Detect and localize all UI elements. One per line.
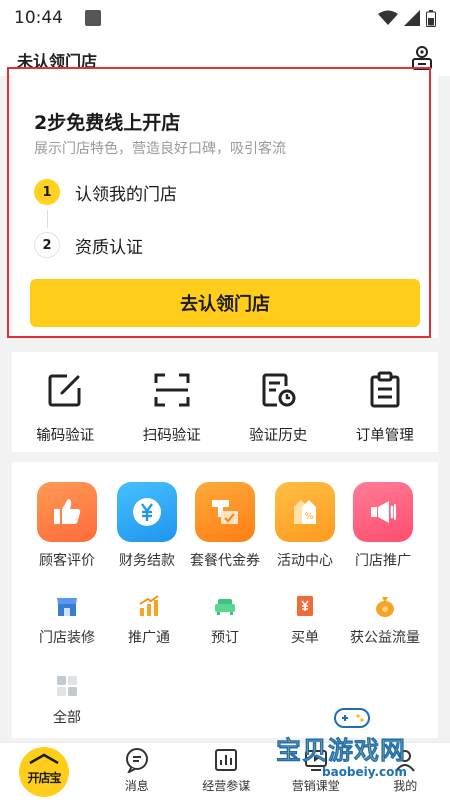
claim-store-card: 2步免费线上开店 展示门店特色，营造良好口碑，吸引客流 1 认领我的门店 2 资… bbox=[12, 76, 438, 338]
message-icon bbox=[125, 748, 148, 773]
quick-action-label: 输码验证 bbox=[36, 428, 95, 444]
claim-store-button[interactable]: 去认领门店 bbox=[30, 279, 420, 327]
money-bag-icon bbox=[376, 597, 394, 617]
tab-label: 消息 bbox=[124, 779, 149, 793]
feature-label: 门店推广 bbox=[355, 553, 411, 569]
storefront-icon bbox=[57, 598, 77, 616]
step-connector bbox=[47, 210, 48, 228]
tab-business-advisor[interactable]: 经营参谋 bbox=[182, 743, 272, 800]
feature-charity-traffic[interactable]: 获公益流量 bbox=[340, 594, 430, 647]
feature-label: 获公益流量 bbox=[350, 630, 420, 646]
promo-subtitle: 展示门店特色，营造良好口碑，吸引客流 bbox=[34, 141, 286, 157]
tab-label: 经营参谋 bbox=[202, 779, 251, 793]
quick-actions: 输码验证 扫码验证 验证历史 订单管理 bbox=[12, 352, 438, 452]
feature-finance[interactable]: 财务结款 bbox=[107, 482, 187, 570]
thumbs-up-icon bbox=[37, 482, 97, 542]
quick-action-label: 验证历史 bbox=[249, 428, 308, 444]
feature-label: 全部 bbox=[53, 710, 81, 726]
grid-all-icon bbox=[57, 676, 77, 696]
wifi-icon bbox=[378, 10, 398, 25]
feature-all[interactable]: 全部 bbox=[22, 674, 112, 727]
feature-label: 套餐代金券 bbox=[190, 553, 260, 569]
feature-pay-bill[interactable]: 买单 bbox=[260, 594, 350, 647]
edit-square-icon bbox=[48, 374, 81, 407]
feature-label: 门店装修 bbox=[39, 630, 95, 646]
yuan-coin-icon bbox=[117, 482, 177, 542]
store-roof-icon bbox=[29, 753, 59, 765]
status-time: 10:44 bbox=[14, 8, 63, 28]
watermark-text: 宝贝游戏网 bbox=[276, 736, 407, 766]
notification-icon bbox=[85, 10, 101, 26]
quick-action-order-manage[interactable]: 订单管理 bbox=[332, 352, 439, 452]
status-indicators bbox=[378, 9, 436, 27]
watermark-url: baobeiy.com bbox=[322, 765, 407, 779]
tab-messages[interactable]: 消息 bbox=[92, 743, 182, 800]
step-label: 认领我的门店 bbox=[75, 184, 177, 205]
quick-action-label: 订单管理 bbox=[355, 428, 414, 444]
step-label: 资质认证 bbox=[75, 237, 143, 258]
history-doc-icon bbox=[262, 373, 296, 407]
feature-store-decoration[interactable]: 门店装修 bbox=[22, 594, 112, 647]
sofa-icon bbox=[215, 599, 235, 615]
store-profile-icon[interactable] bbox=[410, 44, 434, 72]
svg-text:%: % bbox=[305, 512, 314, 522]
feature-label: 预订 bbox=[211, 630, 239, 646]
feature-grid: 顾客评价 财务结款 套餐代金券 % 活动中心 门店推广 门店装修 推广通 预订 bbox=[12, 462, 438, 738]
scan-icon bbox=[154, 373, 190, 407]
megaphone-icon bbox=[353, 482, 413, 542]
yuan-receipt-icon bbox=[297, 596, 313, 616]
feature-package-coupons[interactable]: 套餐代金券 bbox=[185, 482, 265, 570]
step-verify: 2 资质认证 bbox=[34, 232, 143, 258]
step-number: 2 bbox=[34, 232, 60, 258]
feature-activity-center[interactable]: % 活动中心 bbox=[265, 482, 345, 570]
quick-action-code-verify[interactable]: 输码验证 bbox=[12, 352, 119, 452]
quick-action-scan-verify[interactable]: 扫码验证 bbox=[119, 352, 226, 452]
signal-icon bbox=[404, 10, 420, 26]
watermark: 宝贝游戏网 baobeiy.com bbox=[272, 705, 440, 785]
analytics-icon bbox=[215, 749, 238, 771]
quick-action-label: 扫码验证 bbox=[142, 428, 201, 444]
step-number: 1 bbox=[34, 179, 60, 205]
promo-title: 2步免费线上开店 bbox=[34, 112, 181, 134]
feature-reservation[interactable]: 预订 bbox=[180, 594, 270, 647]
feature-customer-reviews[interactable]: 顾客评价 bbox=[27, 482, 107, 570]
percent-tag-icon: % bbox=[275, 482, 335, 542]
feature-store-promotion[interactable]: 门店推广 bbox=[343, 482, 423, 570]
feature-label: 活动中心 bbox=[277, 553, 333, 569]
page-title: 未认领门店 bbox=[17, 52, 98, 71]
feature-label: 顾客评价 bbox=[39, 553, 95, 569]
app-logo: 开店宝 bbox=[19, 747, 69, 797]
battery-icon bbox=[426, 9, 436, 27]
gamepad-icon bbox=[334, 708, 370, 728]
coupon-icon bbox=[195, 482, 255, 542]
quick-action-verify-history[interactable]: 验证历史 bbox=[225, 352, 332, 452]
feature-label: 买单 bbox=[291, 630, 319, 646]
feature-label: 财务结款 bbox=[119, 553, 175, 569]
bar-growth-icon bbox=[139, 595, 159, 616]
step-claim: 1 认领我的门店 bbox=[34, 179, 177, 205]
clipboard-icon bbox=[370, 371, 400, 408]
tab-home[interactable]: 开店宝 bbox=[0, 743, 92, 800]
app-header: 未认领门店 bbox=[0, 36, 450, 76]
status-bar: 10:44 bbox=[0, 0, 450, 36]
